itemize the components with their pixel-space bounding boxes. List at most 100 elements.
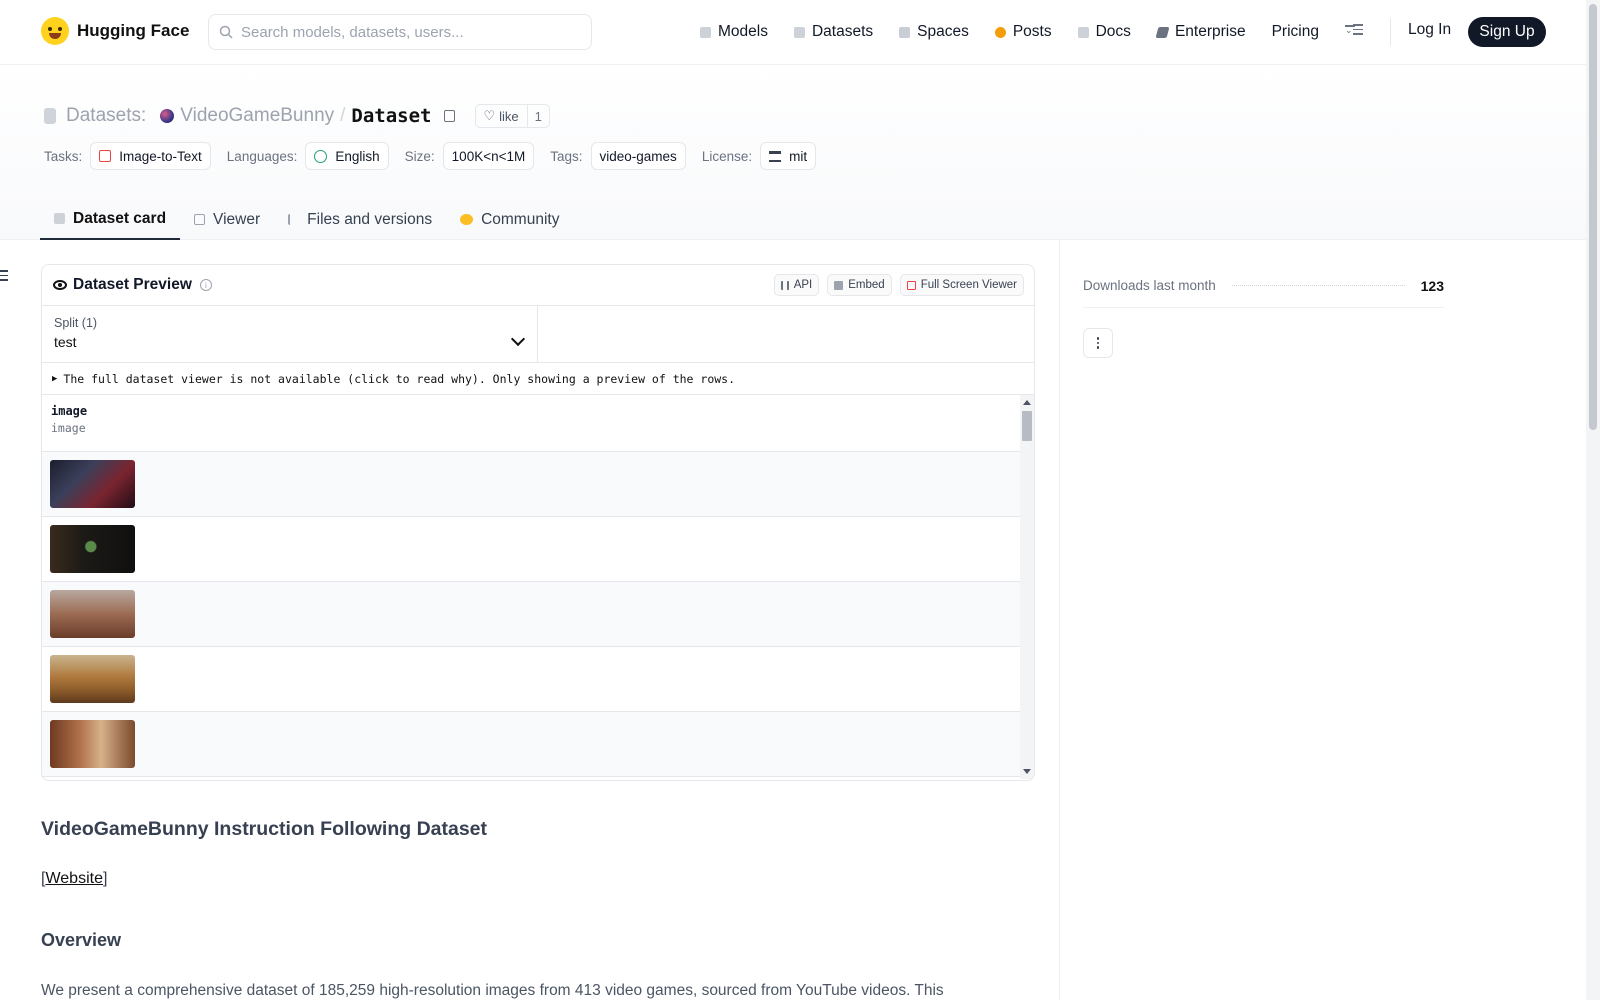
tab-files-and-versions[interactable]: Files and versions: [274, 199, 446, 240]
more-menu-icon[interactable]: ⌄: [1345, 24, 1363, 35]
login-link[interactable]: Log In: [1408, 21, 1451, 39]
size-tag[interactable]: 100K<n<1M: [442, 142, 535, 170]
community-icon: [460, 214, 474, 225]
nav-spaces[interactable]: Spaces: [899, 23, 969, 41]
brand-name: Hugging Face: [77, 21, 190, 40]
license-tag[interactable]: mit: [760, 142, 817, 170]
table-row: [42, 452, 1021, 517]
like-count[interactable]: 1: [528, 109, 549, 124]
overview-paragraph: We present a comprehensive dataset of 18…: [41, 982, 944, 999]
page-scrollbar[interactable]: [1586, 0, 1600, 1000]
nav-pricing-label: Pricing: [1271, 23, 1319, 40]
image-thumbnail[interactable]: [50, 655, 135, 703]
nav-pricing[interactable]: Pricing: [1272, 23, 1319, 41]
overview-heading: Overview: [41, 930, 122, 950]
sidebar-divider: [1059, 240, 1060, 1000]
repo-tabs: Dataset card Viewer Files and versions C…: [40, 199, 573, 240]
table-row: [42, 712, 1021, 777]
nav-posts[interactable]: Posts: [994, 23, 1052, 41]
scroll-down-arrow-icon[interactable]: [1023, 769, 1031, 774]
code-icon: [780, 280, 789, 290]
tab-community[interactable]: Community: [446, 199, 573, 240]
image-to-text-icon: [99, 150, 112, 162]
nav-enterprise[interactable]: Enterprise: [1155, 23, 1246, 41]
cube-icon: [700, 26, 711, 38]
viewer-notice[interactable]: ▶ The full dataset viewer is not availab…: [42, 363, 1034, 395]
org-avatar: [160, 109, 175, 123]
building-icon: [1155, 26, 1170, 38]
api-button[interactable]: API: [773, 274, 820, 296]
preview-header: Dataset Preview i API Embed Full Screen …: [42, 265, 1034, 306]
website-link[interactable]: Website: [45, 870, 103, 887]
more-options-button[interactable]: [1083, 328, 1113, 358]
size-tag-label: 100K<n<1M: [451, 148, 526, 164]
website-line: [Website]: [41, 870, 1011, 888]
website-close-bracket: ]: [102, 870, 108, 887]
table-row: [42, 647, 1021, 712]
split-label: Split (1): [54, 316, 98, 330]
table-scrollbar[interactable]: [1020, 395, 1034, 779]
nav-docs-label: Docs: [1095, 23, 1131, 40]
top-navbar: Hugging Face Models Datasets Spaces Post…: [0, 0, 1586, 65]
image-thumbnail[interactable]: [50, 525, 135, 573]
tab-viewer[interactable]: Viewer: [180, 199, 274, 240]
full-screen-viewer-label: Full Screen Viewer: [920, 279, 1017, 291]
preview-table: image image: [42, 395, 1034, 779]
topic-tag[interactable]: video-games: [590, 142, 686, 170]
search-box[interactable]: [208, 14, 592, 50]
image-thumbnail[interactable]: [50, 590, 135, 638]
full-screen-viewer-button[interactable]: Full Screen Viewer: [899, 274, 1024, 296]
copy-icon[interactable]: [443, 110, 455, 122]
split-value: test: [54, 334, 77, 350]
license-tag-label: mit: [789, 148, 808, 164]
scroll-up-arrow-icon[interactable]: [1023, 400, 1031, 405]
info-icon[interactable]: i: [199, 279, 212, 291]
home-logo-link[interactable]: Hugging Face: [41, 17, 189, 45]
embed-button[interactable]: Embed: [827, 274, 892, 296]
column-header-image[interactable]: image image: [42, 395, 1034, 452]
embed-icon: [834, 280, 844, 290]
embed-button-label: Embed: [848, 279, 885, 291]
nav-docs[interactable]: Docs: [1077, 23, 1131, 41]
tab-dataset-card[interactable]: Dataset card: [40, 199, 181, 240]
database-icon: [44, 108, 56, 124]
image-thumbnail[interactable]: [50, 460, 135, 508]
page-scroll-thumb[interactable]: [1589, 4, 1597, 430]
nav-models[interactable]: Models: [700, 23, 768, 41]
scroll-thumb[interactable]: [1022, 411, 1032, 441]
table-row: [42, 582, 1021, 647]
preview-actions: API Embed Full Screen Viewer: [773, 274, 1024, 296]
language-tag[interactable]: English: [305, 142, 389, 170]
split-select[interactable]: Split (1) test: [42, 306, 538, 362]
breadcrumb-section[interactable]: Datasets:: [66, 105, 146, 127]
viewer-notice-text: The full dataset viewer is not available…: [63, 371, 736, 386]
toc-toggle-icon[interactable]: [0, 270, 8, 281]
cube-icon: [54, 213, 65, 224]
search-input[interactable]: [241, 23, 571, 41]
image-thumbnail[interactable]: [50, 720, 135, 768]
breadcrumb-org[interactable]: VideoGameBunny: [180, 105, 334, 127]
card-heading: VideoGameBunny Instruction Following Dat…: [41, 818, 488, 840]
nav-spaces-label: Spaces: [917, 23, 969, 40]
task-tag-label: Image-to-Text: [119, 148, 202, 164]
dataset-name[interactable]: Dataset: [351, 105, 431, 127]
api-button-label: API: [793, 279, 813, 291]
downloads-stat: Downloads last month 123: [1083, 264, 1444, 308]
globe-icon: [314, 149, 328, 163]
hugging-face-logo-icon: [41, 17, 69, 45]
column-type: image: [51, 421, 86, 435]
license-label: License:: [701, 148, 753, 164]
tab-viewer-label: Viewer: [213, 210, 261, 228]
like-button[interactable]: ♡ like: [476, 105, 528, 127]
document-icon: [1077, 26, 1089, 38]
table-row: [42, 517, 1021, 582]
metadata-tags: Tasks: Image-to-Text Languages: English …: [44, 142, 832, 170]
main-nav: Models Datasets Spaces Posts Docs Enterp…: [700, 0, 1345, 64]
nav-datasets[interactable]: Datasets: [793, 23, 873, 41]
signup-button[interactable]: Sign Up: [1468, 17, 1546, 47]
tab-dataset-card-label: Dataset card: [73, 209, 167, 227]
nav-divider: [1390, 18, 1391, 46]
grid-icon: [899, 26, 911, 38]
languages-label: Languages:: [226, 148, 298, 164]
task-tag[interactable]: Image-to-Text: [90, 142, 211, 170]
